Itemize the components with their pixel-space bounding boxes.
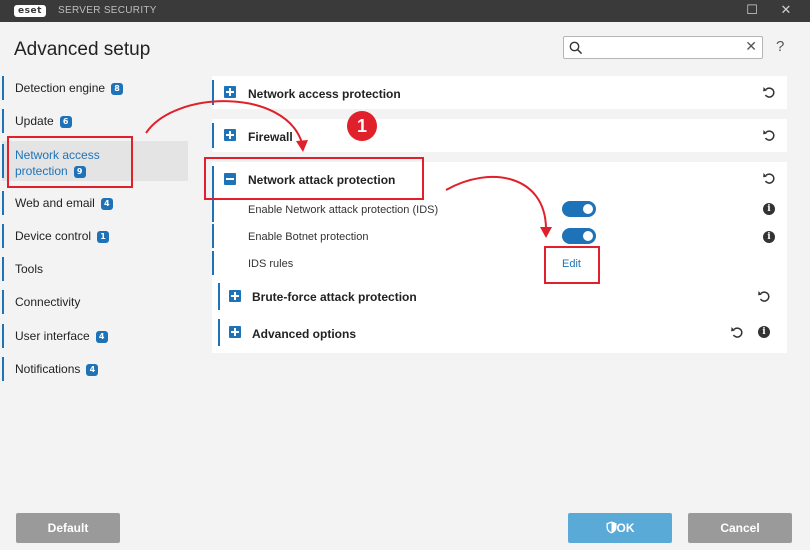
cancel-button[interactable]: Cancel xyxy=(688,513,792,543)
arrowhead-to-edit xyxy=(540,227,552,238)
arrow-to-section xyxy=(145,100,303,144)
footer: Default OK Cancel xyxy=(0,505,810,550)
arrow-to-edit xyxy=(445,176,547,229)
default-button[interactable]: Default xyxy=(16,513,120,543)
ok-label: OK xyxy=(616,521,635,535)
annotation-arrows xyxy=(145,100,552,238)
arrowhead-to-section xyxy=(296,140,308,152)
ok-button[interactable]: OK xyxy=(568,513,672,543)
shield-icon xyxy=(606,521,616,534)
